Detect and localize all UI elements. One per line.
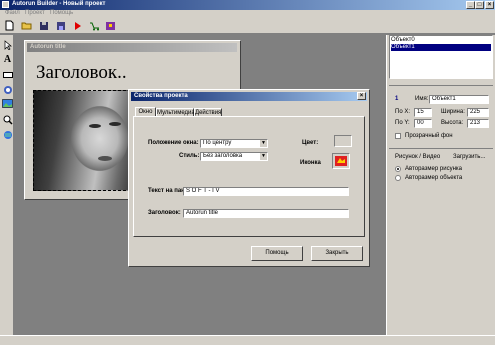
cart-icon — [90, 22, 99, 30]
radio-dot — [397, 168, 399, 170]
width-field[interactable]: 225 — [467, 108, 489, 117]
app-title: Autorun Builder - Новый проект — [12, 1, 106, 7]
play-icon — [74, 21, 81, 30]
canvas-heading[interactable]: Заголовок.. — [36, 62, 127, 84]
run-button[interactable] — [71, 19, 84, 32]
new-file-icon — [5, 20, 14, 31]
save-button[interactable] — [37, 19, 50, 32]
position-select[interactable]: По центру ▼ — [200, 139, 268, 148]
pointer-tool-icon — [4, 39, 12, 50]
app-icon-preview — [335, 156, 347, 166]
object-list[interactable]: Объект0 Объект1 — [389, 35, 493, 79]
photo-object[interactable] — [33, 90, 141, 191]
photo-face-lips — [98, 156, 112, 161]
picture-tool-button[interactable] — [1, 97, 14, 110]
color-swatch[interactable] — [334, 135, 352, 147]
photo-face-eye-left — [89, 124, 101, 128]
autosize-object-radio[interactable] — [395, 175, 401, 181]
minimize-button[interactable]: _ — [466, 1, 475, 9]
caption-field[interactable]: Autorun title — [183, 209, 349, 218]
object-index: 1 — [395, 96, 399, 102]
open-file-button[interactable] — [20, 19, 33, 32]
style-select[interactable]: Без заголовка ▼ — [200, 152, 268, 161]
help-button[interactable]: Помощь — [251, 246, 303, 261]
zoom-tool-button[interactable] — [1, 113, 14, 126]
text-tool-icon: A — [3, 54, 12, 65]
app-icon — [2, 1, 9, 8]
y-field[interactable]: 00 — [414, 119, 432, 128]
transparent-checkbox[interactable] — [395, 133, 401, 139]
menu-bar: Файл Проект Помощь — [0, 10, 495, 18]
name-label: Имя: — [415, 96, 429, 102]
x-field[interactable]: 15 — [414, 108, 432, 117]
y-label: По Y: — [395, 120, 410, 126]
folder-icon — [21, 22, 32, 30]
chevron-down-icon[interactable]: ▼ — [259, 140, 267, 147]
caption-label: Заголовок: — [148, 210, 181, 216]
save-as-icon — [56, 21, 65, 30]
maximize-button[interactable]: □ — [475, 1, 484, 9]
canvas-titlebar: Autorun title — [27, 43, 237, 52]
toolbar — [0, 18, 495, 34]
label-tool-button[interactable] — [1, 68, 14, 81]
list-item[interactable]: Объект0 — [391, 37, 491, 44]
label-tool-icon — [2, 71, 13, 78]
photo-face-eye-right — [109, 122, 121, 126]
position-value: По центру — [203, 140, 232, 146]
transparent-label: Прозрачный фон — [405, 133, 453, 139]
canvas-title: Autorun title — [30, 44, 66, 50]
image-tool-button[interactable] — [1, 83, 14, 96]
build-button[interactable] — [88, 19, 101, 32]
settings-button[interactable] — [104, 19, 117, 32]
app-titlebar: Autorun Builder - Новый проект _ □ × — [0, 0, 495, 10]
icon-picker[interactable] — [332, 153, 350, 169]
save-all-button[interactable] — [54, 19, 67, 32]
project-properties-dialog: Свойства проекта × Окно Мультимедиа Дейс… — [128, 89, 370, 267]
width-label: Ширина: — [441, 109, 465, 115]
autosize-object-label: Авторазмер объекта — [405, 175, 463, 181]
style-value: Без заголовка — [203, 153, 243, 159]
height-label: Высота: — [441, 120, 464, 126]
style-label: Стиль: — [179, 153, 200, 159]
props-group: 1 Имя: Объект1 По Х: 15 Ширина: 225 По Y… — [389, 85, 493, 145]
right-panel: Объект0 Объект1 1 Имя: Объект1 По Х: 15 … — [386, 35, 495, 335]
globe-tool-button[interactable] — [1, 128, 14, 141]
height-field[interactable]: 213 — [467, 119, 489, 128]
load-button[interactable]: Загрузить... — [453, 154, 485, 160]
menu-project[interactable]: Проект — [25, 10, 45, 16]
dialog-titlebar: Свойства проекта × — [131, 92, 367, 101]
autosize-picture-label: Авторазмер рисунка — [405, 166, 462, 172]
tab-picture-video[interactable]: Рисунок / Видео — [395, 154, 440, 160]
list-item-selected[interactable]: Объект1 — [391, 44, 491, 51]
zoom-tool-icon — [3, 115, 13, 125]
taskbar-text-field[interactable]: S O F T - I V — [183, 187, 349, 196]
tab-panel: Положение окна: По центру ▼ Стиль: Без з… — [133, 116, 365, 237]
menu-file[interactable]: Файл — [5, 10, 20, 16]
color-label: Цвет: — [302, 140, 319, 146]
chevron-down-icon[interactable]: ▼ — [259, 153, 267, 160]
pointer-tool-button[interactable] — [1, 38, 14, 51]
picture-tool-icon — [2, 99, 13, 108]
x-label: По Х: — [395, 109, 410, 115]
text-tool-button[interactable]: A — [1, 53, 14, 66]
globe-tool-icon — [3, 130, 12, 139]
position-label: Положение окна: — [148, 140, 199, 146]
close-dialog-button[interactable]: Закрыть — [311, 246, 363, 261]
floppy-icon — [39, 21, 48, 30]
image-tool-icon — [3, 85, 12, 94]
icon-label: Иконка — [300, 160, 321, 166]
status-bar — [0, 335, 495, 345]
puzzle-icon — [106, 21, 115, 30]
autosize-picture-radio[interactable] — [395, 166, 401, 172]
close-button[interactable]: × — [485, 1, 494, 9]
menu-help[interactable]: Помощь — [50, 10, 73, 16]
media-group: Рисунок / Видео Загрузить... Авторазмер … — [389, 148, 493, 188]
name-field[interactable]: Объект1 — [429, 95, 489, 104]
dialog-close-button[interactable]: × — [357, 92, 366, 100]
toolbox: A — [0, 35, 14, 335]
new-file-button[interactable] — [3, 19, 16, 32]
dialog-title: Свойства проекта — [134, 93, 188, 99]
